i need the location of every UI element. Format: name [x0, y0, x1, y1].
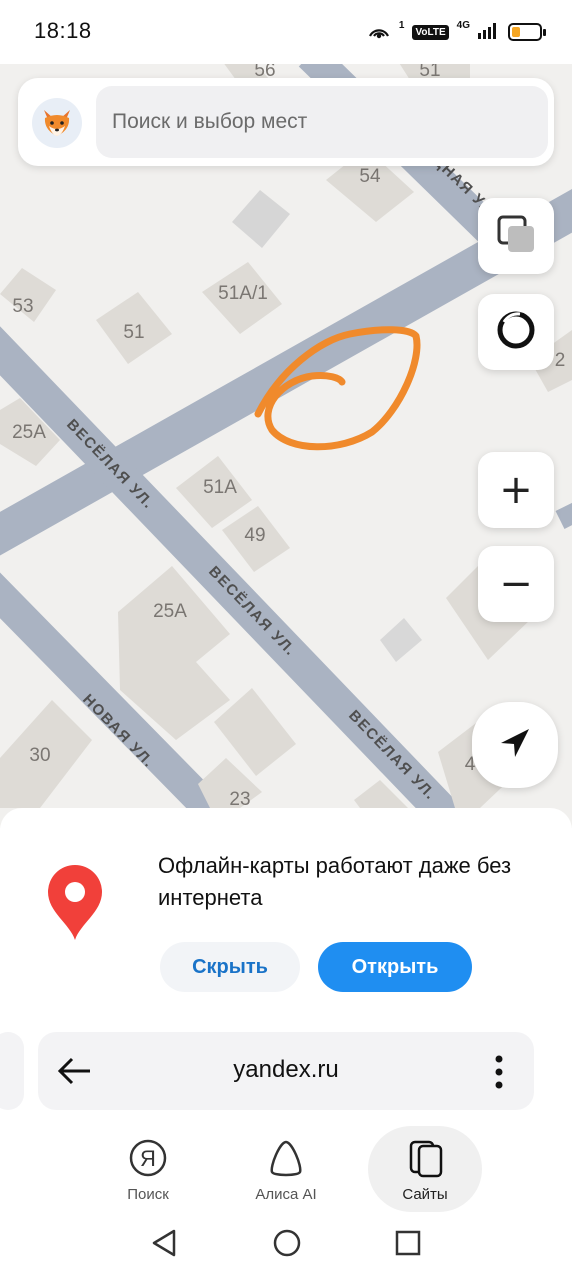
zoom-out-button[interactable]: − [478, 546, 554, 622]
building-label: 25А [153, 601, 187, 622]
tab-label: Алиса AI [255, 1186, 317, 1203]
tab-label: Сайты [402, 1186, 448, 1203]
svg-text:Я: Я [140, 1146, 156, 1171]
recents-icon[interactable] [394, 1229, 422, 1262]
zoom-in-button[interactable]: + [478, 452, 554, 528]
status-time: 18:18 [34, 18, 92, 43]
network-type: 4G [456, 19, 470, 31]
building-label: 51А/1 [218, 283, 268, 304]
tabs-icon [405, 1138, 445, 1183]
building [232, 190, 290, 248]
building-label: 51А [203, 477, 237, 498]
hide-button[interactable]: Скрыть [160, 942, 300, 992]
layers-icon [494, 212, 538, 261]
previous-tab-stub[interactable] [0, 1032, 24, 1110]
minus-icon: − [499, 561, 533, 607]
building-label: 53 [12, 296, 33, 317]
building-label: 2 [555, 350, 566, 371]
building-label: 23 [229, 789, 250, 810]
plus-icon: + [499, 467, 533, 513]
alice-ai-icon [266, 1138, 306, 1183]
status-icons: 1 VoLTE 4G [367, 18, 546, 46]
url-text[interactable]: yandex.ru [38, 1056, 534, 1084]
map-pin-icon [42, 862, 108, 947]
url-bar[interactable]: yandex.ru [38, 1032, 534, 1110]
yandex-search-icon: Я [128, 1138, 168, 1183]
layers-button[interactable] [478, 198, 554, 274]
hotspot-count: 1 [398, 19, 405, 31]
building-label: 49 [244, 525, 265, 546]
battery-icon [508, 23, 546, 41]
building-label: 30 [29, 745, 50, 766]
alice-icon [494, 308, 538, 357]
volte-badge: VoLTE [412, 24, 449, 40]
building-label: 25А [12, 422, 46, 443]
street-label: ВЕСЁЛАЯ УЛ. [345, 707, 439, 804]
battery-level [512, 27, 520, 37]
search-placeholder: Поиск и выбор мест [112, 110, 308, 133]
locate-button[interactable] [472, 702, 558, 788]
more-vertical-icon[interactable] [494, 1054, 504, 1095]
road-stub [555, 502, 572, 529]
home-icon[interactable] [272, 1228, 302, 1263]
tab-search[interactable]: Я Поиск [88, 1130, 208, 1210]
status-bar: 18:18 1 VoLTE 4G [0, 0, 572, 64]
building-label: 54 [359, 166, 381, 187]
search-card: Поиск и выбор мест [18, 78, 554, 166]
open-button[interactable]: Открыть [318, 942, 472, 992]
signal-icon [478, 21, 500, 44]
tab-sites[interactable]: Сайты [365, 1130, 485, 1210]
navigation-arrow-icon [497, 725, 533, 766]
tab-alice-ai[interactable]: Алиса AI [226, 1130, 346, 1210]
tab-label: Поиск [127, 1186, 169, 1203]
promo-text: Офлайн-карты работают даже без интернета [158, 853, 512, 910]
system-nav-bar [0, 1214, 572, 1280]
fox-icon[interactable] [32, 98, 82, 148]
building [380, 618, 422, 662]
hotspot-icon [367, 20, 391, 45]
alice-button[interactable] [478, 294, 554, 370]
search-input[interactable]: Поиск и выбор мест [96, 86, 548, 158]
building-label: 51 [123, 322, 144, 343]
street-label: ВЕСЁЛАЯ УЛ. [205, 563, 299, 660]
back-icon[interactable] [150, 1228, 178, 1263]
